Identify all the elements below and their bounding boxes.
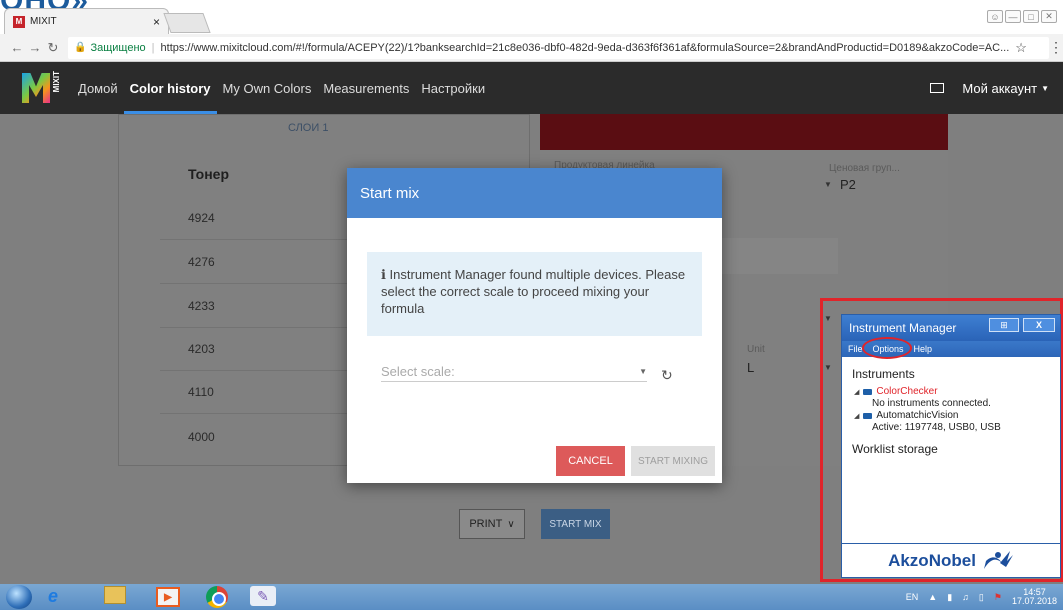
scale-select-placeholder: Select scale: — [381, 364, 455, 379]
account-menu[interactable]: Мой аккаунт — [962, 81, 1037, 96]
toner-row: 4233 — [188, 299, 215, 313]
price-group-value[interactable]: P2 — [840, 177, 856, 192]
dropdown-arrow-icon[interactable]: ▼ — [824, 180, 832, 189]
cancel-button[interactable]: CANCEL — [556, 446, 625, 476]
paint-icon[interactable]: ✎ — [250, 586, 276, 606]
nav-item-color-history[interactable]: Color history — [123, 62, 217, 114]
device-node-colorchecker[interactable]: ◢ ColorChecker — [854, 386, 938, 397]
color-swatch-bar — [540, 114, 948, 150]
dialog-info-message: ℹ Instrument Manager found multiple devi… — [367, 252, 702, 336]
browser-tab[interactable]: M MIXIT × — [4, 8, 169, 34]
nav-item-my-own-colors[interactable]: My Own Colors — [223, 62, 312, 114]
maximize-icon[interactable]: □ — [1023, 10, 1039, 23]
instruments-heading: Instruments — [852, 367, 915, 381]
flag-icon[interactable]: ⚑ — [994, 592, 1002, 603]
browser-menu-icon[interactable]: ⋮ — [1049, 39, 1063, 56]
app-navbar: MIXIT Домой Color history My Own Colors … — [0, 62, 1063, 114]
mixit-logo[interactable]: MIXIT — [22, 69, 61, 107]
device-node-automatchicvision[interactable]: ◢ AutomatchicVision — [854, 410, 958, 421]
toner-row: 4000 — [188, 430, 215, 444]
tab-layers[interactable]: СЛОИ 1 — [288, 122, 328, 134]
readonly-field — [720, 238, 838, 274]
device-icon — [863, 388, 873, 395]
device-name: ColorChecker — [876, 386, 938, 397]
file-explorer-icon[interactable] — [104, 586, 126, 604]
device-status: No instruments connected. — [872, 398, 991, 409]
lock-icon: 🔒 — [74, 42, 87, 53]
clock-date: 17.07.2018 — [1011, 596, 1057, 606]
minimize-icon[interactable]: — — [1005, 10, 1021, 23]
internet-explorer-icon[interactable]: e — [48, 586, 58, 607]
user-icon[interactable]: ☺ — [987, 10, 1003, 23]
signal-icon[interactable]: ▯ — [979, 592, 984, 603]
chrome-icon[interactable] — [206, 586, 228, 608]
start-mix-button[interactable]: START MIX — [541, 509, 610, 539]
nav-item-measurements[interactable]: Measurements — [323, 62, 409, 114]
back-icon[interactable]: ← — [8, 40, 26, 55]
mixit-favicon-icon: M — [13, 15, 25, 28]
nav-right: Мой аккаунт ▼ — [930, 81, 1049, 96]
security-label: Защищено — [90, 41, 146, 54]
akzonobel-logo-text: AkzoNobel — [888, 551, 976, 570]
dialog-title: Start mix — [347, 168, 722, 218]
unit-label: Unit — [747, 344, 765, 355]
options-highlight-circle — [862, 337, 912, 359]
print-button[interactable]: PRINT ∨ — [459, 509, 525, 539]
dropdown-arrow-icon: ▼ — [639, 367, 647, 376]
scale-select[interactable]: Select scale: ▼ — [381, 362, 647, 382]
start-button-icon[interactable] — [6, 585, 32, 609]
start-mix-dialog: Start mix ℹ Instrument Manager found mul… — [347, 168, 722, 483]
toner-column-header: Тонер — [188, 166, 230, 182]
window-controls: ☺ — □ ✕ — [987, 10, 1057, 23]
media-player-icon[interactable]: ▶ — [156, 587, 180, 607]
device-icon — [863, 412, 873, 419]
unit-select[interactable]: L — [747, 360, 754, 375]
device-status: Active: 1197748, USB0, USB — [872, 422, 1001, 433]
url-separator: | — [151, 41, 155, 54]
close-icon[interactable]: X — [1023, 318, 1055, 332]
refresh-icon[interactable]: ↻ — [661, 367, 673, 384]
expand-triangle-icon[interactable]: ◢ — [854, 412, 859, 420]
system-tray: EN ▲ ▮ ♫ ▯ ⚑ 14:57 17.07.2018 — [906, 588, 1057, 606]
forward-icon[interactable]: → — [26, 40, 44, 55]
toner-row: 4924 — [188, 211, 215, 225]
akzonobel-figure-icon — [983, 551, 1013, 569]
toner-row: 4203 — [188, 342, 215, 356]
worklist-storage-heading[interactable]: Worklist storage — [852, 442, 938, 456]
expand-triangle-icon[interactable]: ◢ — [854, 388, 859, 396]
print-button-label: PRINT — [469, 518, 503, 530]
new-tab-button[interactable] — [163, 13, 211, 33]
device-name: AutomatchicVision — [876, 410, 959, 421]
screen: ОНО» M MIXIT × ☺ — □ ✕ ← → ↻ 🔒 Защищено … — [0, 0, 1063, 610]
url-field[interactable]: 🔒 Защищено | https://www.mixitcloud.com/… — [68, 36, 1049, 59]
network-icon[interactable]: ▮ — [947, 592, 952, 603]
bookmark-star-icon[interactable]: ☆ — [1015, 40, 1027, 56]
reload-icon[interactable]: ↻ — [44, 40, 62, 56]
close-window-icon[interactable]: ✕ — [1041, 10, 1057, 23]
url-text: https://www.mixitcloud.com/#!/formula/AC… — [160, 41, 1010, 54]
start-mixing-button[interactable]: START MIXING — [631, 446, 715, 476]
price-group-label: Ценовая груп... — [829, 163, 900, 174]
toner-row: 4110 — [188, 385, 214, 399]
tray-expand-icon[interactable]: ▲ — [928, 592, 937, 602]
brand-footer: AkzoNobel — [842, 543, 1060, 578]
volume-icon[interactable]: ♫ — [962, 592, 969, 602]
pin-icon[interactable]: ⊞ — [989, 318, 1019, 332]
menu-file[interactable]: File — [848, 344, 863, 354]
nav-item-home[interactable]: Домой — [78, 62, 118, 114]
chevron-down-icon: ▼ — [1041, 83, 1049, 93]
address-bar: ← → ↻ 🔒 Защищено | https://www.mixitclou… — [0, 34, 1063, 62]
mixit-logo-text: MIXIT — [52, 71, 61, 93]
mixit-logo-mark-icon — [22, 73, 50, 103]
monitor-icon[interactable] — [930, 83, 945, 93]
instrument-manager-window: Instrument Manager ⊞ X File Options Help… — [841, 314, 1061, 578]
browser-tab-title: MIXIT — [30, 16, 57, 27]
language-indicator[interactable]: EN — [906, 592, 919, 602]
close-tab-icon[interactable]: × — [153, 15, 160, 29]
toner-row: 4276 — [188, 255, 215, 269]
clock[interactable]: 14:57 17.07.2018 — [1012, 588, 1057, 606]
chevron-down-icon: ∨ — [507, 518, 515, 530]
nav-item-settings[interactable]: Настройки — [421, 62, 485, 114]
menu-help[interactable]: Help — [914, 344, 933, 354]
